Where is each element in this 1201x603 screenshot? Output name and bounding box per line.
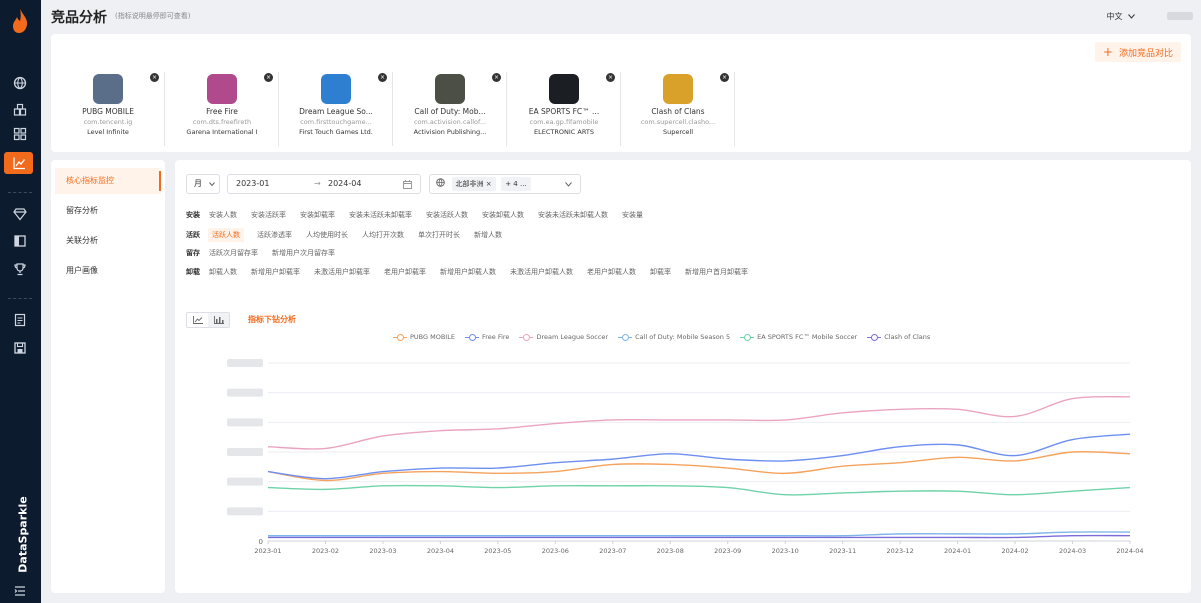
app-name: EA SPORTS FC™ ...	[528, 107, 600, 116]
page-title: 竞品分析	[51, 10, 107, 26]
remove-competitor-icon[interactable]: ×	[492, 73, 501, 82]
competitor-card[interactable]: Call of Duty: Mob... com.activision.callo…	[393, 72, 507, 146]
app-icon	[93, 74, 123, 104]
remove-competitor-icon[interactable]: ×	[720, 73, 729, 82]
report-icon[interactable]	[10, 310, 30, 330]
brand-name: DataSparkle	[16, 496, 30, 573]
x-tick-label: 2023-03	[369, 547, 396, 555]
x-tick-label: 2023-12	[887, 547, 914, 555]
y-tick-label: 0	[259, 538, 263, 546]
grid-icon[interactable]	[10, 124, 30, 144]
competitor-card[interactable]: Dream League So... com.firsttouchgame... F…	[279, 72, 393, 146]
app-icon	[321, 74, 351, 104]
brand-wordmark: DataSparkle	[3, 496, 37, 572]
app-icon	[207, 74, 237, 104]
app-package: com.activision.callof...	[413, 118, 487, 126]
menu-item[interactable]: 用户画像	[55, 258, 161, 284]
x-tick-label: 2023-11	[829, 547, 856, 555]
language-label: 中文	[1106, 12, 1123, 21]
menu-item[interactable]: 关联分析	[55, 228, 161, 254]
app-publisher: First Touch Games Ltd.	[299, 128, 373, 136]
logo-icon[interactable]	[9, 8, 31, 34]
app-icon	[549, 74, 579, 104]
nav-separator	[8, 298, 32, 299]
competitor-card[interactable]: PUBG MOBILE com.tencent.ig Level Infinite ×	[51, 72, 165, 146]
competitor-compare-card: + 添加竞品对比 PUBG MOBILE com.tencent.ig Level I…	[51, 34, 1191, 152]
app-package: com.firsttouchgame...	[300, 118, 372, 126]
nav-separator	[8, 192, 32, 193]
menu-item[interactable]: 核心指标监控	[55, 168, 161, 194]
x-tick-label: 2023-07	[599, 547, 626, 555]
trophy-icon[interactable]	[10, 259, 30, 279]
app-icon	[435, 74, 465, 104]
y-tick-label-blurred	[227, 477, 263, 486]
plus-icon: +	[1102, 45, 1113, 59]
top-bar: 竞品分析 (指标说明悬停即可查看) 中文	[41, 0, 1201, 32]
chevron-down-icon	[1128, 14, 1135, 19]
app-publisher: Activision Publishing...	[413, 128, 487, 136]
app-package: com.supercell.clasho...	[640, 118, 716, 126]
x-tick-label: 2023-02	[312, 547, 339, 555]
app-name: Dream League So...	[299, 107, 373, 116]
competitor-card[interactable]: EA SPORTS FC™ ... com.ea.gp.fifamobile ELE…	[507, 72, 621, 146]
x-tick-label: 2023-09	[714, 547, 741, 555]
language-selector[interactable]: 中文	[1106, 11, 1135, 22]
x-tick-label: 2023-04	[427, 547, 454, 555]
list-icon[interactable]	[10, 581, 30, 601]
competitor-card[interactable]: Clash of Clans com.supercell.clasho... Sup…	[621, 72, 735, 146]
x-tick-label: 2023-06	[542, 547, 569, 555]
y-tick-label-blurred	[227, 418, 263, 427]
app-name: Free Fire	[206, 107, 238, 116]
card-divider	[734, 72, 735, 146]
app-publisher: Level Infinite	[87, 128, 129, 136]
app-icon	[663, 74, 693, 104]
x-tick-label: 2024-04	[1116, 547, 1143, 555]
line-chart: 02023-01 2023-02 2023-03 2023-04 2023-05 2023…	[227, 359, 1144, 555]
competitor-card[interactable]: Free Fire com.dts.freefireth Garena Intern…	[165, 72, 279, 146]
series-line[interactable]	[267, 531, 1131, 537]
remove-competitor-icon[interactable]: ×	[378, 73, 387, 82]
apps-icon[interactable]	[10, 100, 30, 120]
diamond-icon[interactable]	[10, 204, 30, 224]
x-tick-label: 2023-05	[484, 547, 511, 555]
analysis-menu: 核心指标监控 留存分析关联分析用户画像	[51, 160, 165, 593]
app-name: Clash of Clans	[651, 107, 705, 116]
chart-icon[interactable]	[4, 152, 33, 174]
y-tick-label-blurred	[227, 448, 263, 456]
x-tick-label: 2024-02	[1001, 547, 1028, 555]
save-icon[interactable]	[10, 338, 30, 358]
add-competitor-label: 添加竞品对比	[1118, 49, 1173, 59]
app-package: com.tencent.ig	[83, 118, 133, 126]
app-name: Call of Duty: Mob...	[414, 107, 486, 116]
x-tick-label: 2023-08	[657, 547, 684, 555]
series-line[interactable]	[267, 484, 1131, 496]
app-publisher: ELECTRONIC ARTS	[534, 128, 594, 136]
left-nav-rail: DataSparkle	[0, 0, 41, 603]
x-tick-label: 2023-10	[772, 547, 799, 555]
y-tick-label-blurred	[227, 359, 263, 367]
x-tick-label: 2024-01	[944, 547, 971, 555]
app-publisher: Garena International I	[186, 128, 258, 136]
add-competitor-button[interactable]: + 添加竞品对比	[1094, 42, 1181, 62]
remove-competitor-icon[interactable]: ×	[150, 73, 159, 82]
remove-competitor-icon[interactable]: ×	[606, 73, 615, 82]
app-package: com.ea.gp.fifamobile	[529, 118, 599, 126]
main-panel: 月 2023-01 → 2024-04 北部非洲 × + 4 ... 安装 安装人…	[175, 160, 1191, 593]
app-name: PUBG MOBILE	[82, 107, 134, 116]
y-tick-label-blurred	[227, 507, 263, 516]
user-avatar[interactable]	[1167, 12, 1193, 20]
app-publisher: Supercell	[662, 128, 694, 136]
menu-item[interactable]: 留存分析	[55, 198, 161, 224]
book-icon[interactable]	[10, 231, 30, 251]
x-tick-label: 2024-03	[1059, 547, 1086, 555]
globe-icon[interactable]	[10, 73, 30, 93]
y-tick-label-blurred	[227, 388, 263, 397]
page-hint: (指标说明悬停即可查看)	[115, 12, 191, 20]
remove-competitor-icon[interactable]: ×	[264, 73, 273, 82]
x-tick-label: 2023-01	[254, 547, 281, 555]
app-package: com.dts.freefireth	[192, 118, 252, 126]
